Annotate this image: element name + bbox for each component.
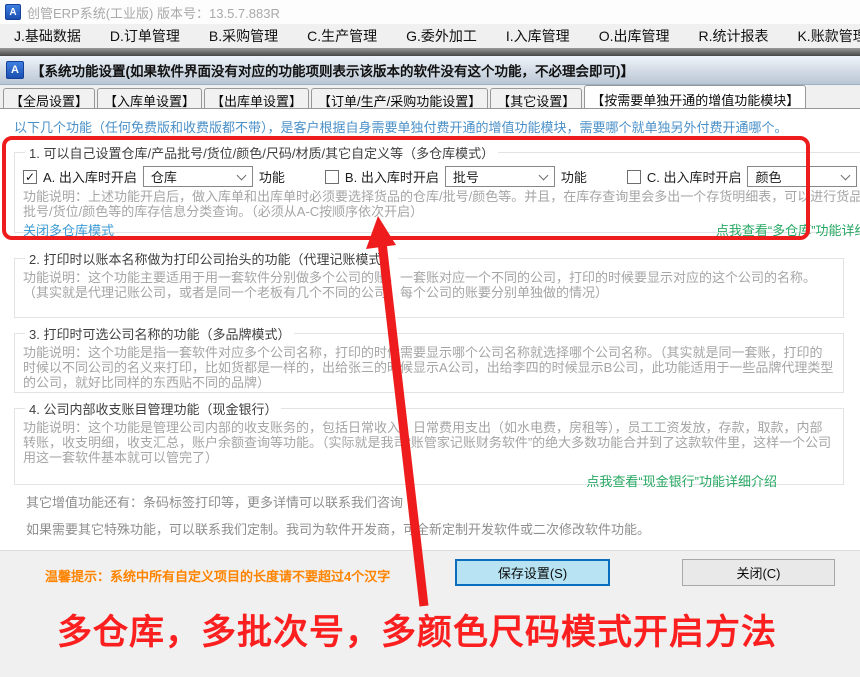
section2-title: 2. 打印时以账本名称做为打印公司抬头的功能（代理记账模式） xyxy=(25,249,398,268)
section-cash-bank: 4. 公司内部收支账目管理功能（现金银行） 功能说明：这个功能是管理公司内部的收… xyxy=(14,399,844,485)
checkbox-color-label: C. 出入库时开启 xyxy=(647,167,742,186)
tab-other-settings[interactable]: 【其它设置】 xyxy=(490,88,582,108)
section-multi-warehouse: 1. 可以自己设置仓库/产品批号/货位/颜色/尺码/材质/其它自定义等（多仓库模… xyxy=(14,143,860,233)
option-a-suffix: 功能 xyxy=(259,167,285,186)
batch-select[interactable]: 批号 xyxy=(445,166,555,187)
menu-item-production-mgmt[interactable]: C.生产管理 xyxy=(307,24,377,48)
settings-tabs: 【全局设置】 【入库单设置】 【出库单设置】 【订单/生产/采购功能设置】 【其… xyxy=(0,85,860,108)
tab-order-production-purchase-settings[interactable]: 【订单/生产/采购功能设置】 xyxy=(311,88,488,108)
title-bar: A 创管ERP系统(工业版) 版本号：13.5.7.883R xyxy=(0,0,860,24)
dialog-title: 【系统功能设置(如果软件界面没有对应的功能项则表示该版本的软件没有这个功能，不必… xyxy=(31,60,634,80)
dialog-header: A 【系统功能设置(如果软件界面没有对应的功能项则表示该版本的软件没有这个功能，… xyxy=(0,56,860,85)
menu-item-accounts[interactable]: K.账款管理 xyxy=(797,24,860,48)
save-settings-button[interactable]: 保存设置(S) xyxy=(455,559,610,586)
menu-item-reports[interactable]: R.统计报表 xyxy=(698,24,768,48)
dialog-icon: A xyxy=(6,61,24,79)
tab-inbound-settings[interactable]: 【入库单设置】 xyxy=(97,88,202,108)
menu-item-basic-data[interactable]: J.基础数据 xyxy=(14,24,81,48)
section1-title: 1. 可以自己设置仓库/产品批号/货位/颜色/尺码/材质/其它自定义等（多仓库模… xyxy=(25,143,498,162)
chevron-down-icon xyxy=(841,170,851,180)
checkbox-warehouse-label: A. 出入库时开启 xyxy=(43,167,137,186)
section-multi-brand: 3. 打印时可选公司名称的功能（多品牌模式） 功能说明：这个功能是指一套软件对应… xyxy=(14,324,844,393)
section-agency-bookkeeping: 2. 打印时以账本名称做为打印公司抬头的功能（代理记账模式） 功能说明：这个功能… xyxy=(14,249,844,318)
menu-item-inbound-mgmt[interactable]: I.入库管理 xyxy=(506,24,570,48)
annotation-text: 多仓库，多批次号，多颜色尺码模式开启方法 xyxy=(57,604,777,655)
section2-description: 功能说明：这个功能主要适用于用一套软件分别做多个公司的账，一套账对应一个不同的公… xyxy=(23,270,835,300)
tab-global-settings[interactable]: 【全局设置】 xyxy=(3,88,95,108)
menu-bar: J.基础数据 D.订单管理 B.采购管理 C.生产管理 G.委外加工 I.入库管… xyxy=(0,24,860,48)
app-icon: A xyxy=(5,4,21,20)
option-c-group: C. 出入库时开启 颜色 功能 xyxy=(627,166,860,187)
option-b-group: B. 出入库时开启 批号 功能 xyxy=(325,166,587,187)
warning-text: 温馨提示：系统中所有自定义项目的长度请不要超过4个汉字 xyxy=(45,566,390,585)
intro-text: 以下几个功能（任何免费版和收费版都不带），是客户根据自身需要单独付费开通的增值功… xyxy=(14,117,788,136)
color-select[interactable]: 颜色 xyxy=(747,166,857,187)
custom-development-note: 如果需要其它特殊功能，可以联系我们定制。我司为软件开发商，可全新定制开发软件或二… xyxy=(26,519,650,538)
warehouse-select-value: 仓库 xyxy=(151,167,177,186)
section1-options-row: A. 出入库时开启 仓库 功能 B. 出入库时开启 批号 功能 C. 出入库时开… xyxy=(23,166,860,187)
section4-links: 点我查看“现金银行”功能详细介绍 xyxy=(23,471,835,491)
section1-links: 关闭多仓库模式 点我查看“多仓库”功能详细介绍 xyxy=(23,220,860,237)
close-button[interactable]: 关闭(C) xyxy=(682,559,835,586)
menu-item-purchase-mgmt[interactable]: B.采购管理 xyxy=(209,24,278,48)
checkbox-color[interactable] xyxy=(627,170,641,184)
checkbox-batch-label: B. 出入库时开启 xyxy=(345,167,439,186)
menu-item-order-mgmt[interactable]: D.订单管理 xyxy=(110,24,180,48)
menu-item-outbound-mgmt[interactable]: O.出库管理 xyxy=(599,24,670,48)
warehouse-select[interactable]: 仓库 xyxy=(143,166,253,187)
section1-description: 功能说明：上述功能开启后，做入库单和出库单时必须要选择货品的仓库/批号/颜色等。… xyxy=(23,189,860,219)
section4-title: 4. 公司内部收支账目管理功能（现金银行） xyxy=(25,399,281,418)
other-addons-note: 其它增值功能还有：条码标签打印等，更多详情可以联系我们咨询 xyxy=(26,492,403,511)
tab-paid-addon-modules[interactable]: 【按需要单独开通的增值功能模块】 xyxy=(584,85,806,108)
color-select-value: 颜色 xyxy=(755,167,781,186)
section3-description: 功能说明：这个功能是指一套软件对应多个公司名称，打印的时候需要显示哪个公司名称就… xyxy=(23,345,835,390)
multi-warehouse-detail-link[interactable]: 点我查看“多仓库”功能详细介绍 xyxy=(716,220,860,239)
checkbox-warehouse[interactable] xyxy=(23,170,37,184)
batch-select-value: 批号 xyxy=(453,167,479,186)
tab-outbound-settings[interactable]: 【出库单设置】 xyxy=(204,88,309,108)
option-b-suffix: 功能 xyxy=(561,167,587,186)
window-title: 创管ERP系统(工业版) 版本号：13.5.7.883R xyxy=(27,3,280,22)
section4-description: 功能说明：这个功能是管理公司内部的收支账务的，包括日常收入，日常费用支出（如水电… xyxy=(23,420,835,465)
checkbox-batch[interactable] xyxy=(325,170,339,184)
chevron-down-icon xyxy=(538,170,548,180)
option-a-group: A. 出入库时开启 仓库 功能 xyxy=(23,166,285,187)
cash-bank-detail-link[interactable]: 点我查看“现金银行”功能详细介绍 xyxy=(586,474,777,489)
close-multi-warehouse-link[interactable]: 关闭多仓库模式 xyxy=(23,223,114,238)
window-divider xyxy=(0,48,860,56)
section3-title: 3. 打印时可选公司名称的功能（多品牌模式） xyxy=(25,324,294,343)
menu-item-outsourcing[interactable]: G.委外加工 xyxy=(406,24,477,48)
chevron-down-icon xyxy=(236,170,246,180)
